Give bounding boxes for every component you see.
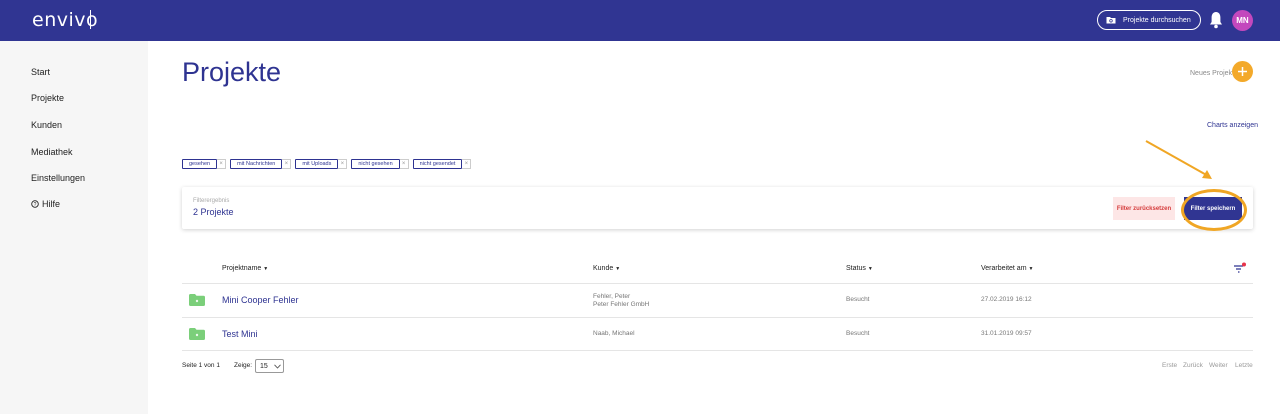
user-avatar[interactable]: MN — [1232, 10, 1253, 31]
previous-page-link[interactable]: Zurück — [1183, 362, 1203, 369]
search-projects-button[interactable]: Projekte durchsuchen — [1097, 10, 1201, 30]
sidebar-item-label: Kunden — [31, 120, 63, 130]
save-filter-button[interactable]: Filter speichern — [1184, 197, 1242, 220]
remove-chip-icon[interactable]: × — [282, 159, 292, 169]
customer-cell: Fehler, Peter Peter Fehler GmbH — [593, 293, 649, 309]
sidebar-item-label: Hilfe — [42, 199, 61, 209]
remove-chip-icon[interactable]: × — [462, 159, 472, 169]
customer-name: Naab, Michael — [593, 330, 635, 337]
new-project-label: Neues Projekt — [1190, 70, 1234, 77]
per-page-value: 15 — [260, 362, 268, 370]
filter-chip-label: gesehen — [182, 159, 218, 169]
sidebar-item-einstellungen[interactable]: Einstellungen — [31, 173, 85, 183]
filter-chip: mit Nachrichten × — [230, 159, 292, 169]
sort-caret-icon: ▼ — [263, 266, 269, 272]
per-page-label: Zeige: — [234, 362, 253, 369]
pointer-arrow-icon — [1145, 140, 1212, 179]
notifications-bell-icon[interactable] — [1209, 11, 1223, 29]
folder-search-icon — [1106, 17, 1116, 24]
column-header-label: Projektname — [222, 265, 262, 272]
help-circle-icon: ? — [31, 200, 39, 208]
page-info: Seite 1 von 1 — [182, 362, 220, 369]
per-page-select[interactable]: 15 — [255, 359, 284, 373]
column-header-name[interactable]: Projektname ▼ — [222, 265, 268, 272]
row-divider — [182, 283, 1253, 284]
remove-chip-icon[interactable]: × — [338, 159, 348, 169]
plus-icon — [1238, 67, 1247, 76]
filter-chip-label: nicht gesendet — [412, 159, 463, 169]
column-header-status[interactable]: Status ▼ — [846, 265, 873, 272]
filter-chip: gesehen × — [182, 159, 227, 169]
column-header-label: Verarbeitet am — [981, 265, 1027, 272]
sort-caret-icon: ▼ — [1028, 266, 1034, 272]
new-project-button[interactable] — [1232, 61, 1253, 82]
filter-result-label: Filterergebnis — [193, 198, 230, 204]
folder-icon — [189, 328, 205, 340]
filter-chips: gesehen × mit Nachrichten × mit Uploads … — [182, 159, 472, 169]
filter-chip: nicht gesehen × — [351, 159, 409, 169]
sidebar-item-projekte[interactable]: Projekte — [31, 93, 64, 103]
filter-chip: nicht gesendet × — [412, 159, 472, 169]
customer-cell: Naab, Michael — [593, 330, 635, 338]
filter-result-panel: Filterergebnis 2 Projekte Filter zurücks… — [182, 187, 1253, 229]
svg-text:?: ? — [34, 202, 37, 208]
page-title: Projekte — [182, 57, 282, 87]
filter-result-count: 2 Projekte — [193, 207, 234, 217]
sidebar-item-start[interactable]: Start — [31, 67, 50, 77]
logo-divider — [90, 10, 91, 29]
customer-name: Fehler, Peter — [593, 293, 631, 300]
search-projects-label: Projekte durchsuchen — [1123, 16, 1191, 24]
project-name-link[interactable]: Test Mini — [222, 329, 258, 339]
sidebar-item-label: Start — [31, 67, 51, 77]
folder-icon — [189, 294, 205, 306]
sidebar-item-hilfe[interactable]: ? Hilfe — [31, 199, 60, 209]
customer-company: Peter Fehler GmbH — [593, 301, 650, 308]
first-page-link[interactable]: Erste — [1162, 362, 1177, 369]
filter-chip-label: mit Uploads — [295, 159, 339, 169]
sidebar: Start Projekte Kunden Mediathek Einstell… — [0, 41, 148, 414]
remove-chip-icon[interactable]: × — [217, 159, 227, 169]
filter-chip-label: nicht gesehen — [351, 159, 400, 169]
last-page-link[interactable]: Letzte — [1235, 362, 1253, 369]
sidebar-item-label: Projekte — [31, 93, 65, 103]
edited-date-cell: 31.01.2019 09:57 — [981, 330, 1032, 337]
chevron-down-icon — [273, 363, 281, 369]
project-name-link[interactable]: Mini Cooper Fehler — [222, 295, 299, 305]
app-logo[interactable]: envivo — [32, 9, 98, 31]
column-header-customer[interactable]: Kunde ▼ — [593, 265, 620, 272]
sidebar-item-label: Mediathek — [31, 147, 73, 157]
edited-date-cell: 27.02.2019 16:12 — [981, 296, 1032, 303]
sidebar-item-mediathek[interactable]: Mediathek — [31, 147, 73, 157]
table-filter-icon[interactable] — [1233, 262, 1247, 274]
next-page-link[interactable]: Weiter — [1209, 362, 1228, 369]
column-header-label: Kunde — [593, 265, 614, 272]
row-divider — [182, 350, 1253, 351]
show-charts-link[interactable]: Charts anzeigen — [1207, 122, 1258, 129]
sort-caret-icon: ▼ — [615, 266, 621, 272]
remove-chip-icon[interactable]: × — [399, 159, 409, 169]
column-header-edited[interactable]: Verarbeitet am ▼ — [981, 265, 1033, 272]
filter-chip-label: mit Nachrichten — [230, 159, 283, 169]
sort-caret-icon: ▼ — [867, 266, 873, 272]
sidebar-item-kunden[interactable]: Kunden — [31, 120, 62, 130]
sidebar-item-label: Einstellungen — [31, 173, 86, 183]
filter-chip: mit Uploads × — [295, 159, 348, 169]
status-cell: Besucht — [846, 296, 870, 303]
status-cell: Besucht — [846, 330, 870, 337]
top-bar: envivo Projekte durchsuchen MN — [0, 0, 1280, 41]
reset-filter-button[interactable]: Filter zurücksetzen — [1113, 197, 1175, 220]
column-header-label: Status — [846, 265, 866, 272]
row-divider — [182, 317, 1253, 318]
